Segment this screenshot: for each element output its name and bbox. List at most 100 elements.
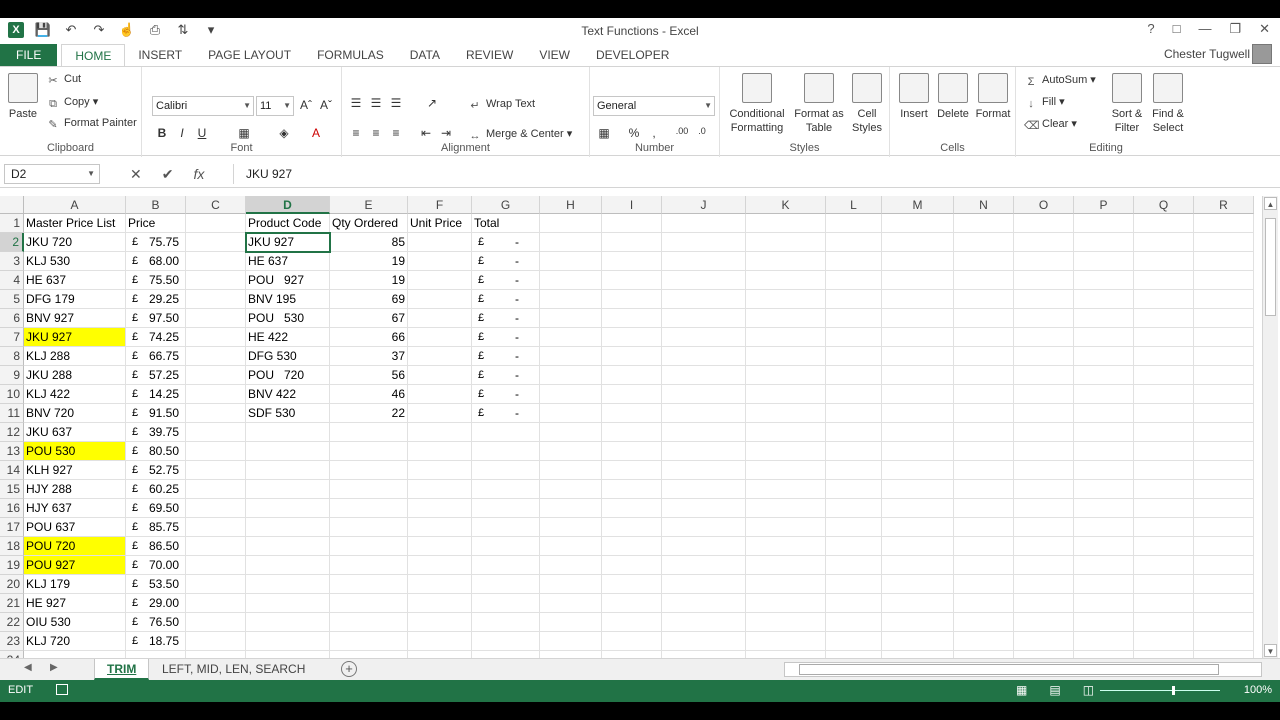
master-code-cell[interactable]: JKU 288 [24, 366, 126, 385]
cell[interactable] [954, 556, 1014, 575]
cell[interactable] [954, 594, 1014, 613]
cell[interactable] [1134, 480, 1194, 499]
cell[interactable] [954, 461, 1014, 480]
cell[interactable] [540, 366, 602, 385]
cell[interactable] [746, 366, 826, 385]
row-header[interactable]: 22 [0, 613, 24, 632]
product-code-cell[interactable]: BNV 422 [246, 385, 330, 404]
cell[interactable] [1194, 613, 1254, 632]
cell[interactable] [1134, 651, 1194, 658]
cell[interactable] [1074, 366, 1134, 385]
minimize-button[interactable]: — [1198, 21, 1211, 37]
cell[interactable] [826, 632, 882, 651]
cell[interactable] [954, 518, 1014, 537]
cell[interactable] [1014, 366, 1074, 385]
cell[interactable] [662, 385, 746, 404]
scroll-up-icon[interactable]: ▲ [1264, 197, 1277, 210]
cell[interactable] [882, 328, 954, 347]
cell[interactable] [826, 347, 882, 366]
cell[interactable] [330, 518, 408, 537]
cell[interactable] [602, 575, 662, 594]
cell[interactable] [662, 423, 746, 442]
cell[interactable] [826, 575, 882, 594]
cell[interactable] [1014, 328, 1074, 347]
cell[interactable] [826, 537, 882, 556]
cell[interactable] [1134, 309, 1194, 328]
font-color-icon[interactable]: A [308, 126, 324, 140]
cell[interactable] [186, 537, 246, 556]
sort-filter-button[interactable]: Sort & Filter [1108, 73, 1146, 135]
row-header[interactable]: 18 [0, 537, 24, 556]
cell[interactable] [246, 556, 330, 575]
cell[interactable] [186, 518, 246, 537]
cell[interactable] [826, 271, 882, 290]
column-header-d[interactable]: D [246, 196, 330, 214]
master-code-cell[interactable]: POU 720 [24, 537, 126, 556]
cell[interactable] [1014, 518, 1074, 537]
cell[interactable] [246, 575, 330, 594]
cell[interactable] [746, 537, 826, 556]
enter-icon[interactable]: ✔ [162, 166, 174, 183]
cell[interactable] [662, 328, 746, 347]
format-painter-button[interactable]: ✎ Format Painter [46, 117, 136, 131]
master-code-cell[interactable]: KLJ 720 [24, 632, 126, 651]
cell[interactable] [408, 423, 472, 442]
next-sheet-icon[interactable]: ▶ [50, 662, 58, 673]
zoom-level[interactable]: 100% [1244, 684, 1272, 696]
qty-ordered-cell[interactable]: 66 [330, 328, 408, 347]
total-cell[interactable]: £ - [472, 271, 540, 290]
cell[interactable] [1074, 404, 1134, 423]
name-box[interactable]: D2 ▼ [4, 164, 100, 184]
cell[interactable] [330, 575, 408, 594]
avatar[interactable] [1252, 44, 1272, 64]
cell[interactable] [330, 480, 408, 499]
cell[interactable] [540, 575, 602, 594]
cell[interactable] [662, 575, 746, 594]
cell[interactable] [602, 556, 662, 575]
cell[interactable] [1014, 537, 1074, 556]
cell[interactable] [662, 651, 746, 658]
cell[interactable] [826, 442, 882, 461]
cell[interactable] [1074, 423, 1134, 442]
master-code-cell[interactable]: OIU 530 [24, 613, 126, 632]
cell[interactable] [1194, 556, 1254, 575]
cell[interactable] [186, 347, 246, 366]
cell[interactable] [408, 594, 472, 613]
product-code-cell[interactable]: POU 927 [246, 271, 330, 290]
cell[interactable] [246, 594, 330, 613]
cell[interactable] [746, 594, 826, 613]
cell[interactable] [186, 651, 246, 658]
cell[interactable] [602, 461, 662, 480]
cell[interactable] [662, 594, 746, 613]
product-code-cell[interactable]: POU 720 [246, 366, 330, 385]
cell[interactable] [662, 404, 746, 423]
cell[interactable] [408, 309, 472, 328]
product-code-cell[interactable]: POU 530 [246, 309, 330, 328]
cell[interactable] [954, 252, 1014, 271]
cell[interactable] [1194, 651, 1254, 658]
cell[interactable] [662, 233, 746, 252]
cell[interactable] [1074, 347, 1134, 366]
cell[interactable] [540, 594, 602, 613]
cell[interactable] [186, 271, 246, 290]
cell[interactable] [954, 613, 1014, 632]
product-code-cell[interactable]: SDF 530 [246, 404, 330, 423]
cell[interactable] [540, 499, 602, 518]
cell[interactable] [882, 461, 954, 480]
cell[interactable] [662, 518, 746, 537]
price-cell[interactable]: £74.25 [126, 328, 186, 347]
cell[interactable] [954, 347, 1014, 366]
product-code-cell[interactable]: BNV 195 [246, 290, 330, 309]
cell[interactable] [330, 632, 408, 651]
tab-view[interactable]: VIEW [526, 44, 583, 66]
bold-button[interactable]: B [154, 126, 170, 140]
cell[interactable] [1134, 328, 1194, 347]
cell[interactable] [954, 366, 1014, 385]
cell[interactable] [1134, 613, 1194, 632]
cell[interactable] [1134, 385, 1194, 404]
cell[interactable] [472, 499, 540, 518]
qty-ordered-cell[interactable]: 85 [330, 233, 408, 252]
cell[interactable] [472, 632, 540, 651]
cell[interactable] [408, 461, 472, 480]
master-code-cell[interactable]: KLH 927 [24, 461, 126, 480]
